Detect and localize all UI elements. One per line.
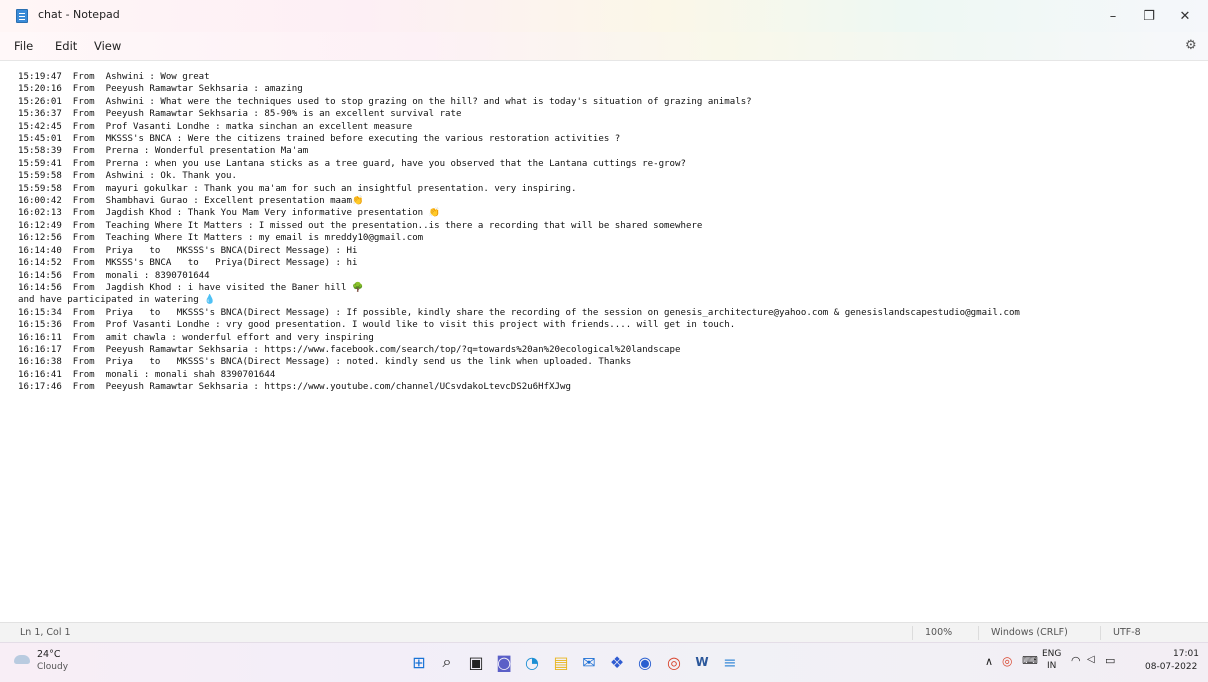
volume-icon[interactable]: ◁ xyxy=(1087,654,1095,665)
chat-line[interactable]: 16:14:56 From Jagdish Khod : i have visi… xyxy=(18,283,363,293)
menu-file[interactable]: File xyxy=(14,39,33,53)
chat-line[interactable]: 16:16:11 From amit chawla : wonderful ef… xyxy=(18,333,374,343)
chat-line[interactable]: 16:14:40 From Priya to MKSSS's BNCA(Dire… xyxy=(18,246,357,256)
chat-line[interactable]: 15:58:39 From Prerna : Wonderful present… xyxy=(18,146,308,156)
chat-line[interactable]: 16:12:56 From Teaching Where It Matters … xyxy=(18,233,423,243)
chat-line[interactable]: 16:16:38 From Priya to MKSSS's BNCA(Dire… xyxy=(18,357,631,367)
chat-line[interactable]: 16:16:41 From monali : monali shah 83907… xyxy=(18,370,275,380)
chat-line[interactable]: 16:15:34 From Priya to MKSSS's BNCA(Dire… xyxy=(18,308,1020,318)
title-bar: chat - Notepad – ❐ ✕ xyxy=(0,0,1208,32)
chat-line[interactable]: 16:00:42 From Shambhavi Gurao : Excellen… xyxy=(18,196,363,206)
wifi-icon[interactable]: ◠ xyxy=(1071,654,1081,667)
search-icon[interactable]: ⌕ xyxy=(437,652,457,672)
chat-icon[interactable]: ◙ xyxy=(494,652,514,672)
chat-line[interactable]: 15:59:58 From mayuri gokulkar : Thank yo… xyxy=(18,184,576,194)
dropbox-icon[interactable]: ❖ xyxy=(607,652,627,672)
line-ending: Windows (CRLF) xyxy=(991,627,1068,638)
chat-line[interactable]: 15:42:45 From Prof Vasanti Londhe : matk… xyxy=(18,122,412,132)
chrome-icon[interactable]: ◎ xyxy=(664,652,684,672)
maximize-button[interactable]: ❐ xyxy=(1131,0,1167,32)
edge-icon[interactable]: ◔ xyxy=(522,652,542,672)
chat-line[interactable]: 16:02:13 From Jagdish Khod : Thank You M… xyxy=(18,208,440,218)
chat-line[interactable]: 16:12:49 From Teaching Where It Matters … xyxy=(18,221,702,231)
clock-time[interactable]: 17:01 xyxy=(1173,649,1199,659)
cursor-position: Ln 1, Col 1 xyxy=(20,627,71,638)
chat-line[interactable]: 16:17:46 From Peeyush Ramawtar Sekhsaria… xyxy=(18,382,571,392)
chat-line[interactable]: 15:20:16 From Peeyush Ramawtar Sekhsaria… xyxy=(18,84,303,94)
chat-line[interactable]: 16:14:52 From MKSSS's BNCA to Priya(Dire… xyxy=(18,258,357,268)
chat-line[interactable]: 16:15:36 From Prof Vasanti Londhe : vry … xyxy=(18,320,735,330)
language-indicator[interactable]: ENG xyxy=(1042,649,1061,659)
status-bar: Ln 1, Col 1 100% Windows (CRLF) UTF-8 xyxy=(0,622,1208,643)
chat-line[interactable]: 15:59:58 From Ashwini : Ok. Thank you. xyxy=(18,171,237,181)
window-title: chat - Notepad xyxy=(38,8,120,21)
tray-chevron-icon[interactable]: ∧ xyxy=(985,655,993,668)
zoom-level: 100% xyxy=(925,627,953,638)
chat-line[interactable]: and have participated in watering 💧 xyxy=(18,295,215,305)
start-icon[interactable]: ⊞ xyxy=(409,652,429,672)
chat-line[interactable]: 15:36:37 From Peeyush Ramawtar Sekhsaria… xyxy=(18,109,461,119)
webex-icon[interactable]: ◉ xyxy=(635,652,655,672)
chat-line[interactable]: 15:26:01 From Ashwini : What were the te… xyxy=(18,97,752,107)
word-icon[interactable]: W xyxy=(692,652,712,672)
weather-temperature[interactable]: 24°C xyxy=(37,649,60,660)
battery-icon[interactable]: ▭ xyxy=(1105,654,1115,667)
tray-chrome-icon[interactable]: ◎ xyxy=(1002,654,1012,668)
document-text[interactable]: 15:19:47 From Ashwini : Wow great 15:20:… xyxy=(18,71,1020,394)
chat-line[interactable]: 15:45:01 From MKSSS's BNCA : Were the ci… xyxy=(18,134,620,144)
status-divider xyxy=(978,626,979,640)
text-editor[interactable]: 15:19:47 From Ashwini : Wow great 15:20:… xyxy=(0,60,1208,623)
minimize-button[interactable]: – xyxy=(1095,0,1131,32)
chat-line[interactable]: 15:59:41 From Prerna : when you use Lant… xyxy=(18,159,686,169)
chat-line[interactable]: 16:16:17 From Peeyush Ramawtar Sekhsaria… xyxy=(18,345,680,355)
settings-icon[interactable]: ⚙ xyxy=(1185,38,1197,53)
language-region[interactable]: IN xyxy=(1047,661,1056,671)
task-view-icon[interactable]: ▣ xyxy=(466,652,486,672)
cloud-icon[interactable] xyxy=(14,655,30,664)
menu-view[interactable]: View xyxy=(94,39,121,53)
keyboard-icon[interactable]: ⌨ xyxy=(1022,654,1038,667)
taskbar: 24°C Cloudy ⊞ ⌕ ▣ ◙ ◔ ▤ ✉ ❖ ◉ ◎ W ≡ ∧ ◎ ⌨ ENG IN ◠ … xyxy=(0,642,1208,682)
menu-bar: File Edit View ⚙ xyxy=(0,32,1208,60)
clock-date[interactable]: 08-07-2022 xyxy=(1145,662,1197,672)
notepad-app-icon xyxy=(16,9,28,23)
close-button[interactable]: ✕ xyxy=(1167,0,1203,32)
status-divider xyxy=(1100,626,1101,640)
status-divider xyxy=(912,626,913,640)
mail-icon[interactable]: ✉ xyxy=(579,652,599,672)
file-explorer-icon[interactable]: ▤ xyxy=(551,652,571,672)
menu-edit[interactable]: Edit xyxy=(55,39,77,53)
chat-line[interactable]: 16:14:56 From monali : 8390701644 xyxy=(18,271,210,281)
notepad-icon[interactable]: ≡ xyxy=(720,652,740,672)
weather-condition[interactable]: Cloudy xyxy=(37,662,68,672)
encoding: UTF-8 xyxy=(1113,627,1141,638)
chat-line[interactable]: 15:19:47 From Ashwini : Wow great xyxy=(18,72,210,82)
